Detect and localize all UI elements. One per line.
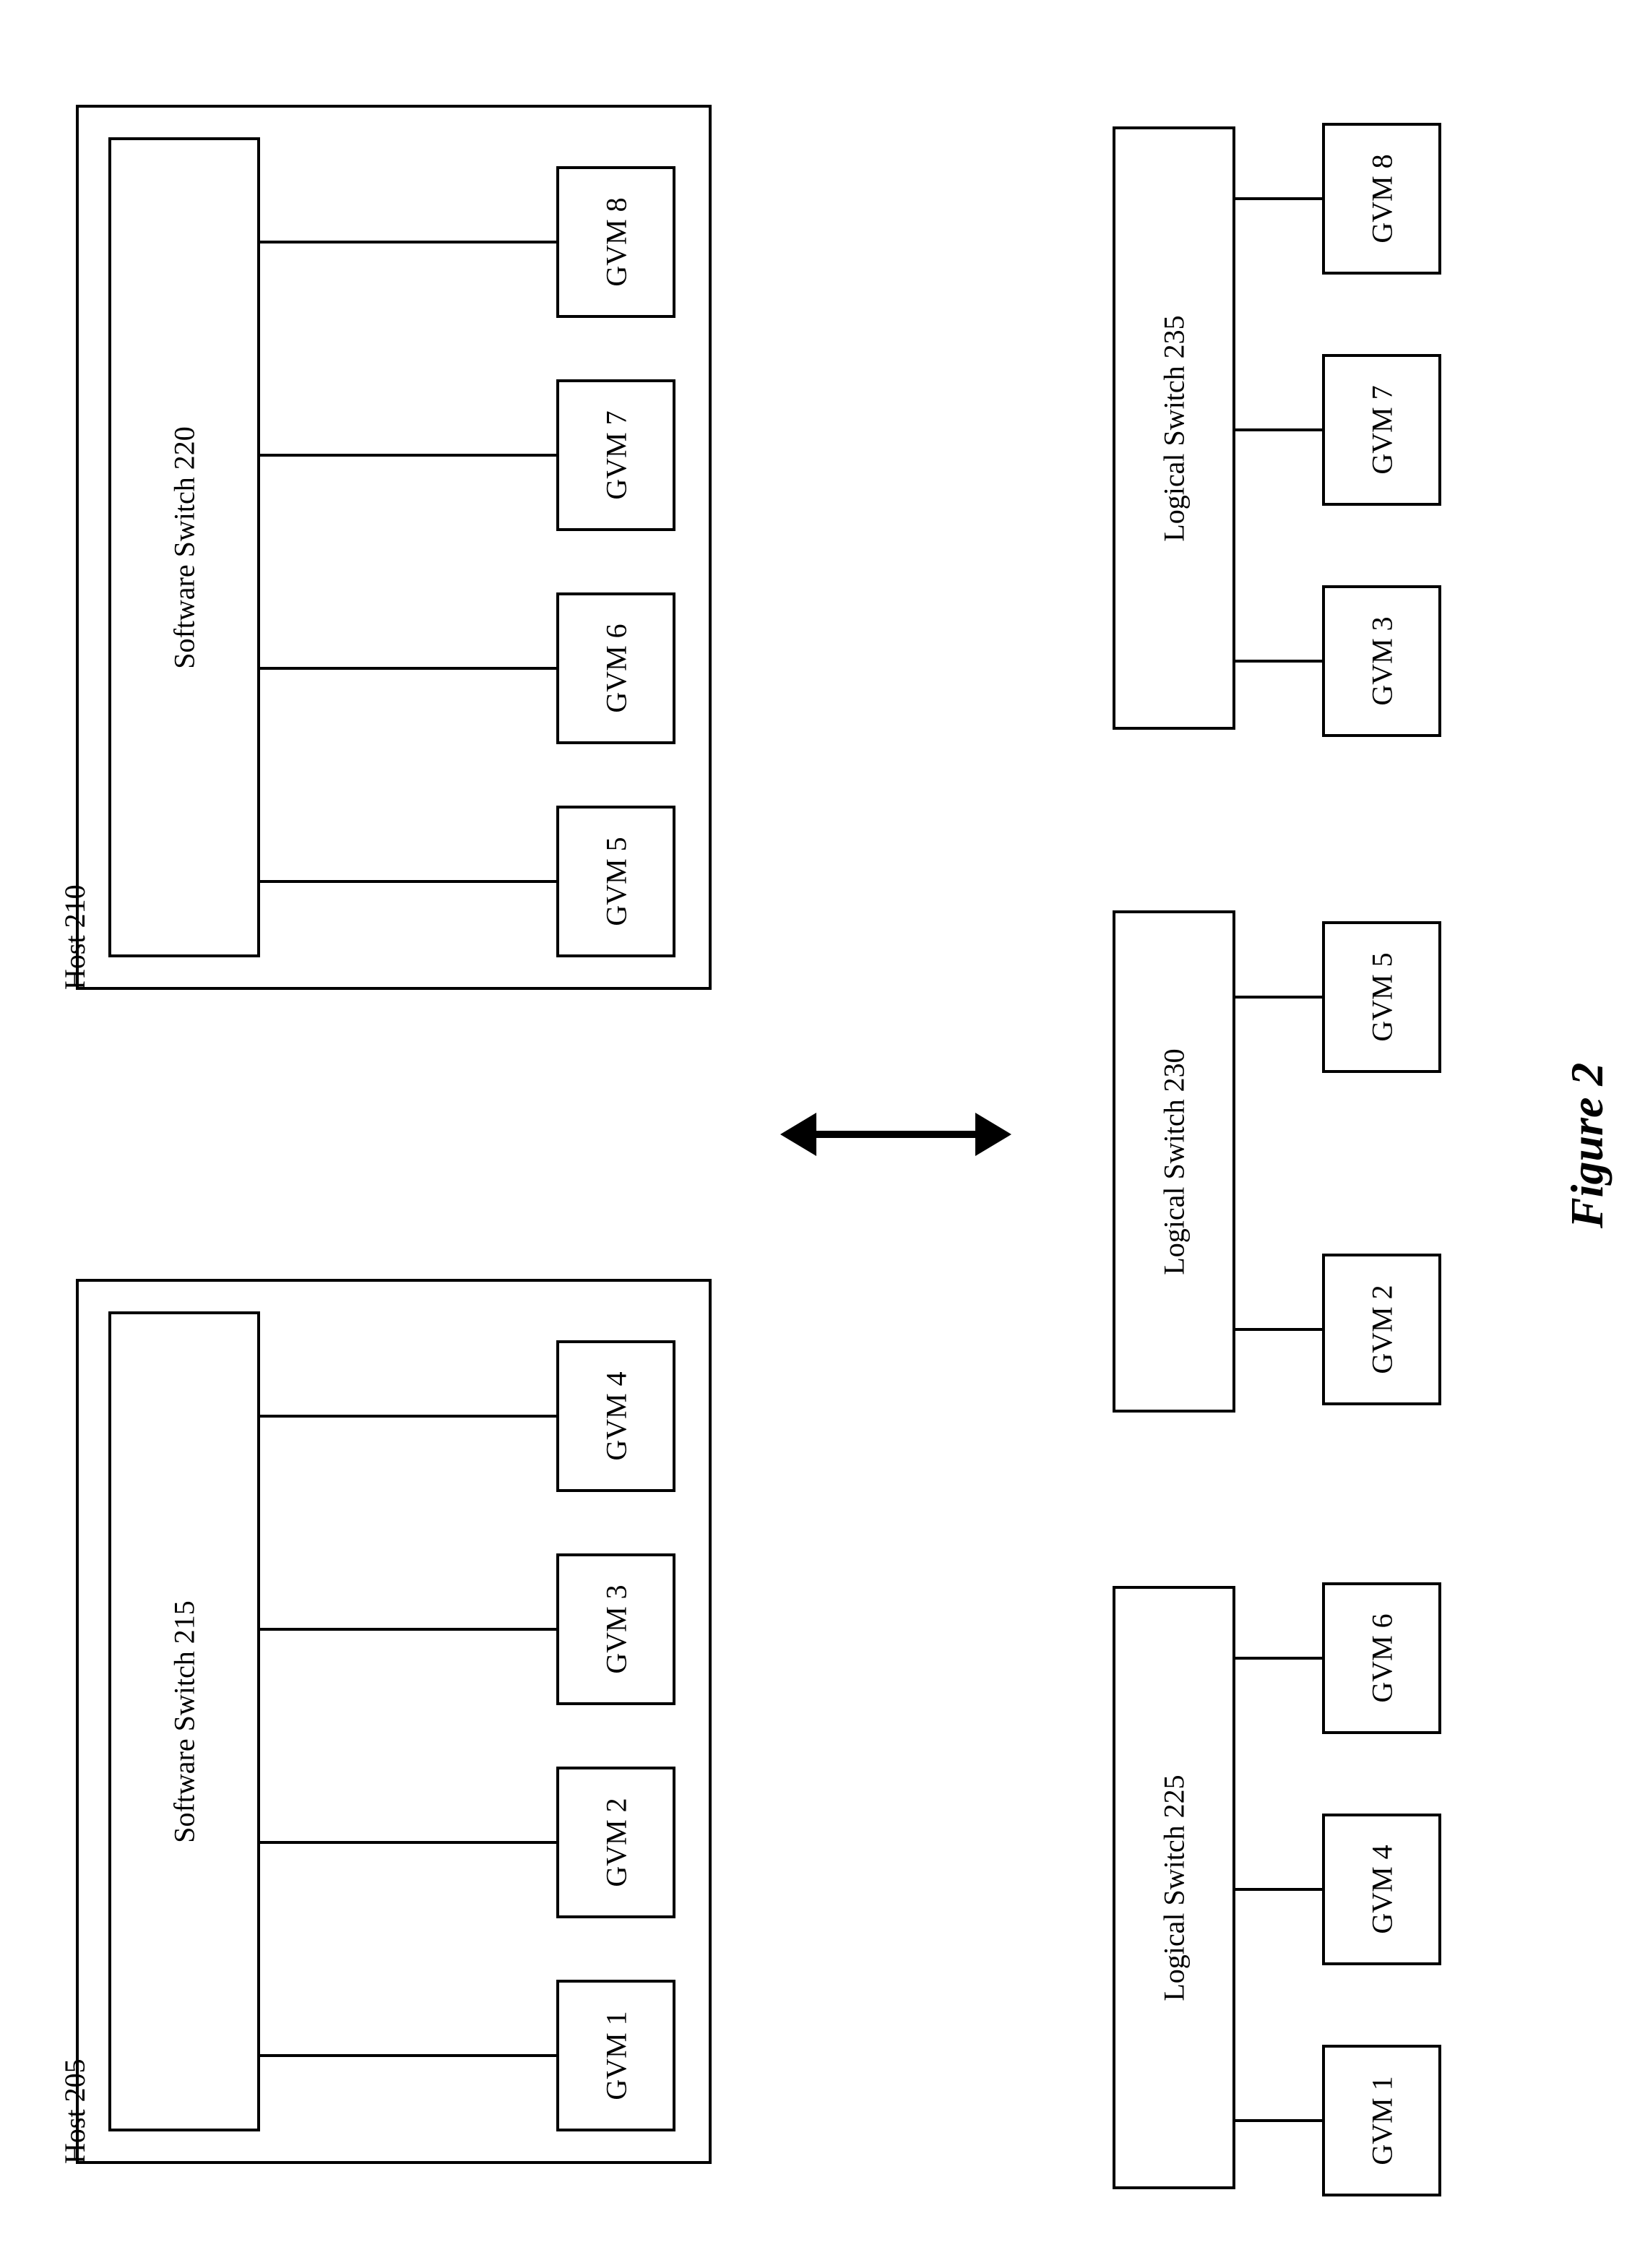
software-switch-215-label: Software Switch 215 [168, 1600, 202, 1843]
conn-ls235-gvm3 [1235, 660, 1322, 663]
logical-switch-230-label: Logical Switch 230 [1157, 1048, 1191, 1275]
gvm-2-label: GVM 2 [599, 1798, 633, 1887]
ls235-gvm-7-label: GVM 7 [1365, 385, 1399, 474]
mapping-arrow-head-left [780, 1113, 816, 1156]
conn-gvm4-sw215 [260, 1415, 556, 1418]
conn-ls230-gvm2 [1235, 1328, 1322, 1331]
conn-ls225-gvm6 [1235, 1657, 1322, 1660]
gvm-6-box: GVM 6 [556, 592, 675, 744]
conn-gvm1-sw215 [260, 2054, 556, 2057]
conn-gvm6-sw220 [260, 667, 556, 670]
ls235-gvm-3-box: GVM 3 [1322, 585, 1441, 737]
conn-ls235-gvm8 [1235, 197, 1322, 200]
conn-ls230-gvm5 [1235, 996, 1322, 999]
gvm-8-box: GVM 8 [556, 166, 675, 318]
conn-ls235-gvm7 [1235, 428, 1322, 431]
logical-switch-235-label: Logical Switch 235 [1157, 315, 1191, 541]
gvm-2-box: GVM 2 [556, 1767, 675, 1918]
software-switch-215: Software Switch 215 [108, 1311, 260, 2131]
ls230-gvm-5-label: GVM 5 [1365, 952, 1399, 1041]
ls235-gvm-8-label: GVM 8 [1365, 154, 1399, 243]
conn-ls225-gvm1 [1235, 2119, 1322, 2122]
gvm-4-box: GVM 4 [556, 1340, 675, 1492]
conn-gvm7-sw220 [260, 454, 556, 457]
ls225-gvm-6-box: GVM 6 [1322, 1582, 1441, 1734]
conn-gvm3-sw215 [260, 1628, 556, 1631]
ls225-gvm-4-box: GVM 4 [1322, 1814, 1441, 1965]
mapping-arrow-shaft [813, 1131, 979, 1138]
software-switch-220: Software Switch 220 [108, 137, 260, 957]
conn-gvm5-sw220 [260, 880, 556, 883]
gvm-6-label: GVM 6 [599, 624, 633, 712]
gvm-5-label: GVM 5 [599, 837, 633, 926]
ls230-gvm-2-label: GVM 2 [1365, 1285, 1399, 1374]
conn-gvm2-sw215 [260, 1841, 556, 1844]
host-205-label: Host 205 [58, 2058, 92, 2164]
gvm-4-label: GVM 4 [599, 1371, 633, 1460]
ls225-gvm-1-label: GVM 1 [1365, 2076, 1399, 2165]
gvm-7-label: GVM 7 [599, 410, 633, 499]
host-210-label: Host 210 [58, 884, 92, 990]
gvm-3-label: GVM 3 [599, 1584, 633, 1673]
ls230-gvm-5-box: GVM 5 [1322, 921, 1441, 1073]
figure-caption: Figure 2 [1560, 1063, 1614, 1228]
mapping-arrow-head-right [975, 1113, 1011, 1156]
logical-switch-225-label: Logical Switch 225 [1157, 1775, 1191, 2001]
gvm-1-label: GVM 1 [599, 2011, 633, 2100]
logical-switch-225: Logical Switch 225 [1113, 1586, 1235, 2189]
gvm-3-box: GVM 3 [556, 1553, 675, 1705]
ls230-gvm-2-box: GVM 2 [1322, 1254, 1441, 1405]
ls235-gvm-7-box: GVM 7 [1322, 354, 1441, 506]
gvm-1-box: GVM 1 [556, 1980, 675, 2131]
logical-switch-230: Logical Switch 230 [1113, 910, 1235, 1413]
gvm-8-label: GVM 8 [599, 197, 633, 286]
software-switch-220-label: Software Switch 220 [168, 426, 202, 669]
gvm-7-box: GVM 7 [556, 379, 675, 531]
logical-switch-235: Logical Switch 235 [1113, 126, 1235, 730]
ls225-gvm-4-label: GVM 4 [1365, 1845, 1399, 1933]
conn-gvm8-sw220 [260, 241, 556, 243]
conn-ls225-gvm4 [1235, 1888, 1322, 1891]
gvm-5-box: GVM 5 [556, 806, 675, 957]
ls225-gvm-1-box: GVM 1 [1322, 2045, 1441, 2196]
ls235-gvm-3-label: GVM 3 [1365, 616, 1399, 705]
ls235-gvm-8-box: GVM 8 [1322, 123, 1441, 275]
ls225-gvm-6-label: GVM 6 [1365, 1613, 1399, 1702]
